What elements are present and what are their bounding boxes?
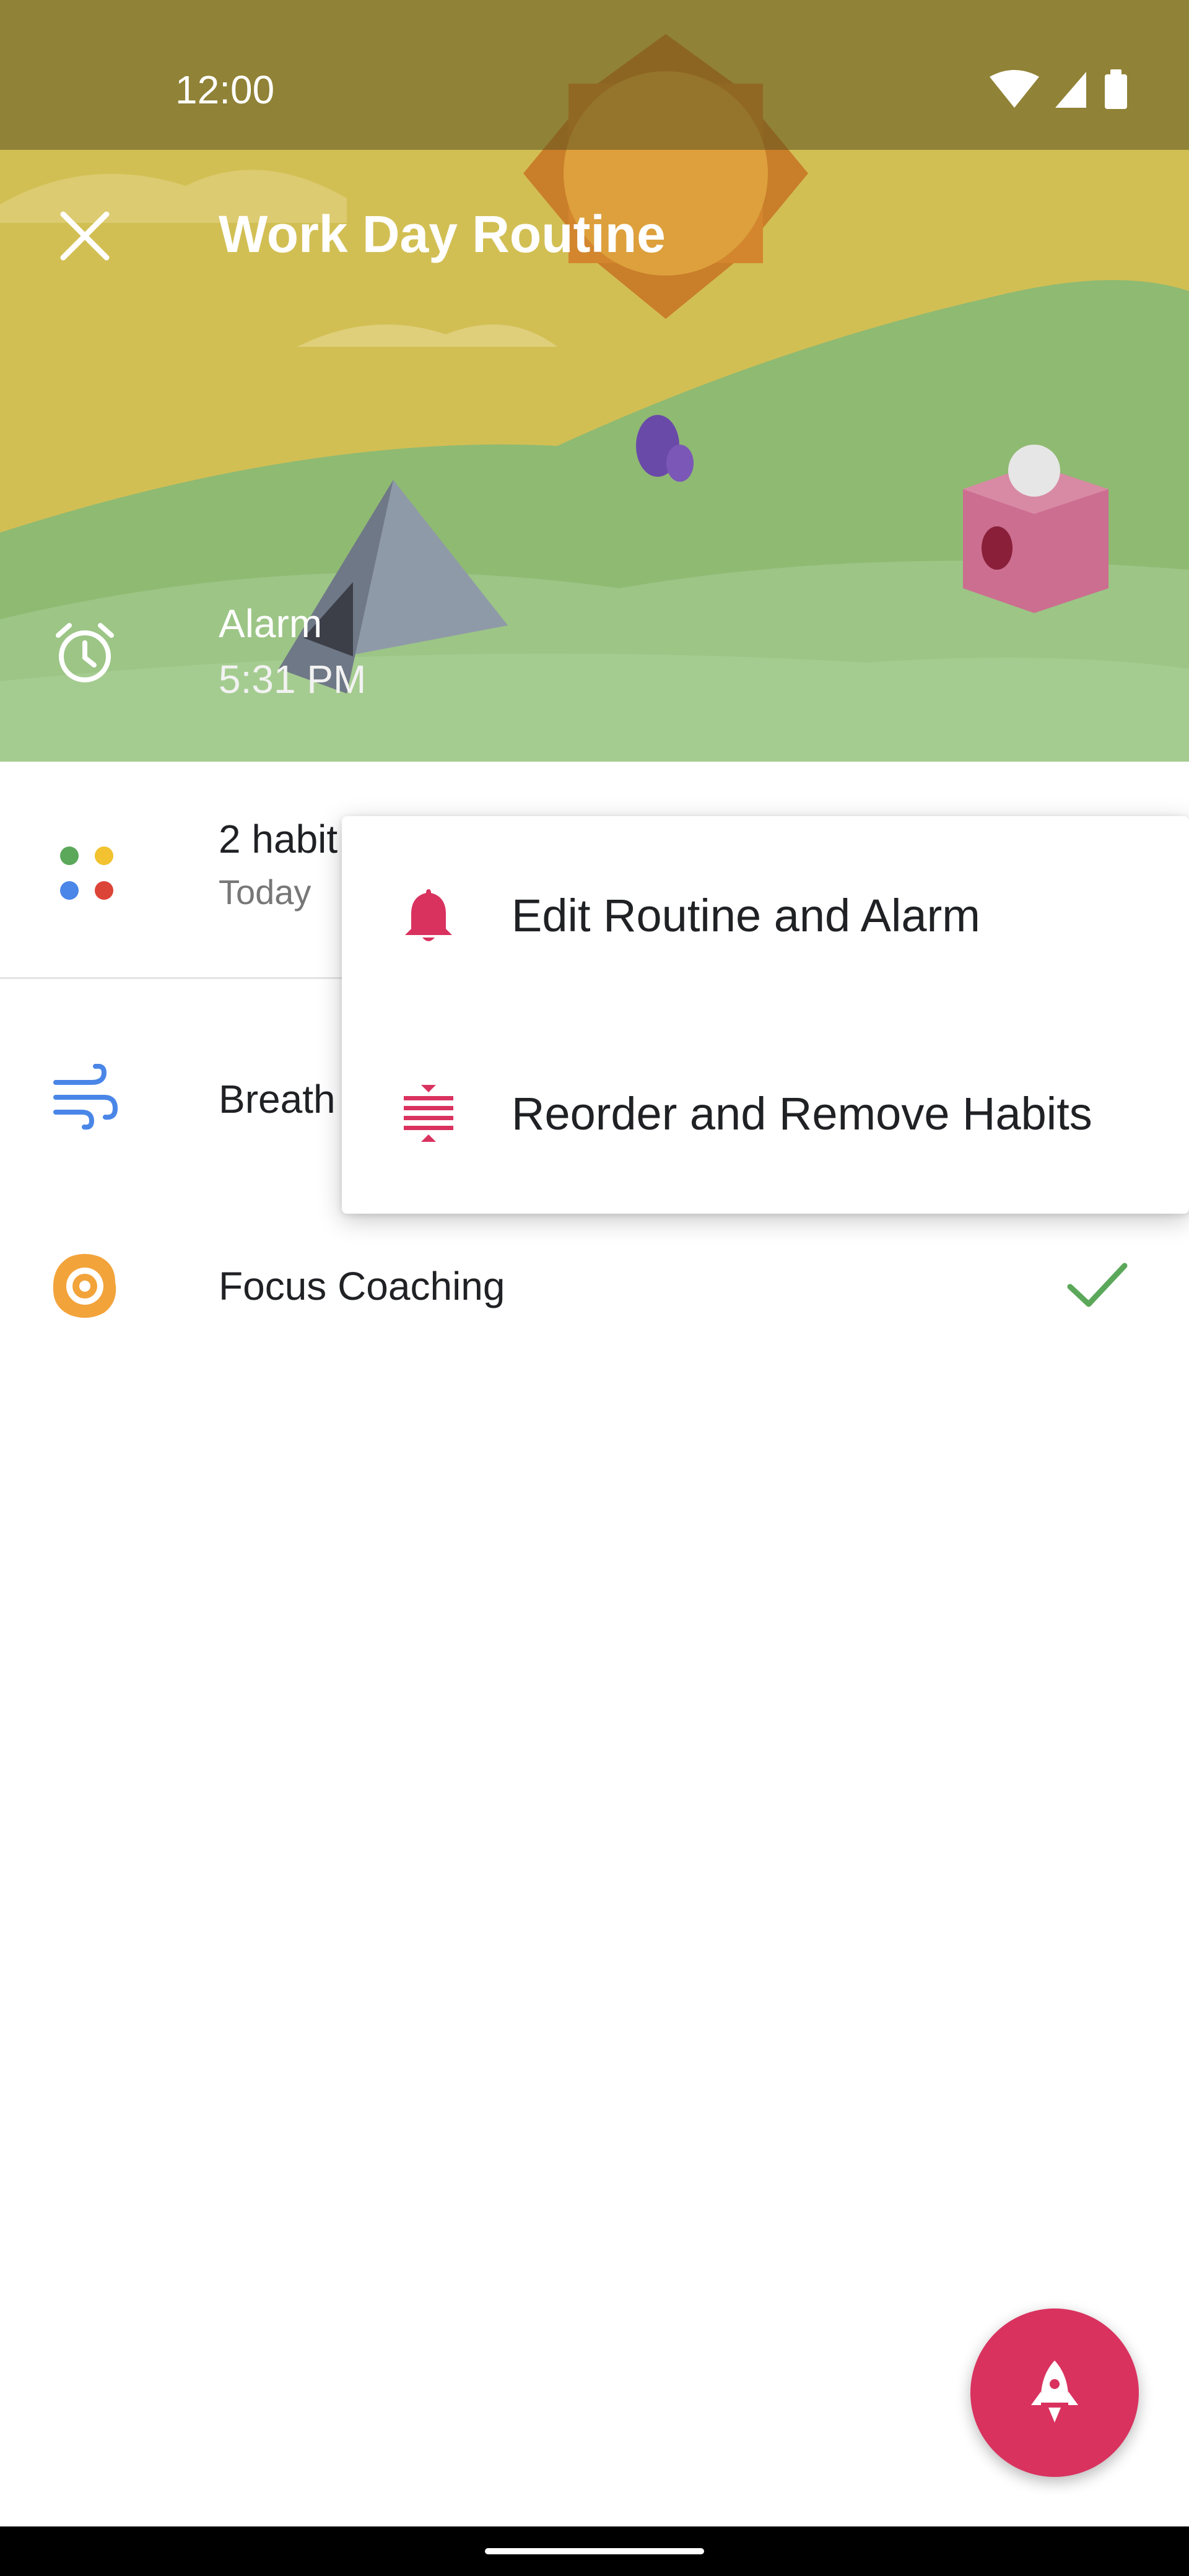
habits-count: 2 habit — [219, 817, 338, 861]
habits-day: Today — [219, 872, 311, 912]
page-title: Work Day Routine — [219, 205, 666, 263]
menu-item-label: Edit Routine and Alarm — [512, 890, 980, 941]
overflow-menu: Edit Routine and Alarm Reorder and Remov… — [342, 816, 1189, 1214]
menu-item-edit-routine[interactable]: Edit Routine and Alarm — [342, 816, 1189, 1014]
menu-item-label: Reorder and Remove Habits — [512, 1088, 1092, 1139]
focus-target-icon — [53, 1254, 116, 1318]
status-icons — [987, 68, 1136, 115]
habit-row-focus-coaching[interactable] — [0, 1208, 1189, 1368]
bell-icon — [405, 889, 452, 941]
checkmark-icon — [1067, 1263, 1128, 1307]
habits-dots-icon — [60, 846, 113, 900]
wifi-icon — [990, 70, 1039, 108]
wind-icon — [53, 1064, 118, 1130]
start-routine-fab[interactable] — [970, 2308, 1139, 2477]
alarm-label[interactable]: Alarm — [219, 601, 322, 646]
reorder-icon — [404, 1085, 453, 1142]
rocket-icon — [1031, 2361, 1078, 2422]
habit-label: Focus Coaching — [219, 1264, 505, 1308]
close-icon[interactable] — [59, 211, 110, 261]
menu-item-reorder-habits[interactable]: Reorder and Remove Habits — [342, 1014, 1189, 1212]
habit-label: Breath — [219, 1077, 336, 1121]
alarm-time[interactable]: 5:31 PM — [219, 656, 366, 702]
battery-icon — [1105, 69, 1127, 109]
home-gesture-handle[interactable] — [485, 2548, 704, 2554]
alarm-clock-icon — [56, 623, 114, 682]
status-time: 12:00 — [175, 67, 275, 112]
signal-icon — [1055, 72, 1086, 108]
